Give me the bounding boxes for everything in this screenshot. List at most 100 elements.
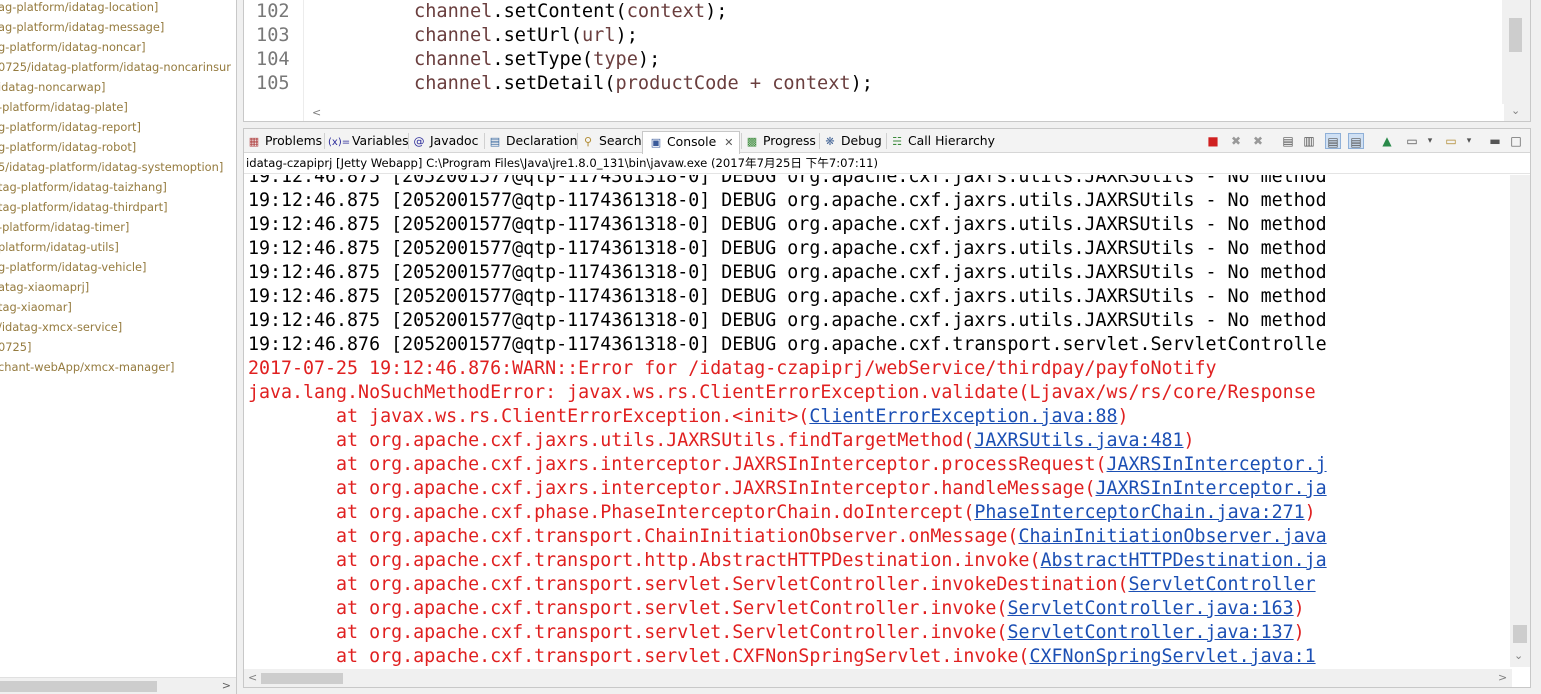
tree-item[interactable]: 5/idatag-platform/idatag-systemoption]: [0, 160, 236, 180]
scroll-left-arrow-icon[interactable]: <: [248, 671, 257, 684]
tree-item[interactable]: g-platform/idatag-noncar]: [0, 40, 236, 60]
code-terminator: );: [850, 73, 873, 94]
terminate-icon[interactable]: ■: [1205, 133, 1221, 149]
console-error-header: 2017-07-25 19:12:46.876:WARN::Error for …: [248, 358, 1217, 379]
close-icon[interactable]: ✕: [724, 136, 733, 149]
source-link[interactable]: JAXRSInInterceptor.j: [1107, 454, 1327, 475]
stack-frame-text: at org.apache.cxf.transport.ChainInitiat…: [248, 526, 1019, 547]
chevron-down-icon[interactable]: ▾: [1461, 133, 1477, 149]
tab-separator: [577, 133, 578, 149]
console-debug-line: 19:12:46.875 [2052001577@qtp-1174361318-…: [248, 310, 1327, 331]
console-horizontal-scrollbar[interactable]: < >: [244, 669, 1512, 687]
source-link[interactable]: JAXRSUtils.java:481: [974, 430, 1183, 451]
tab-debug[interactable]: ❋ Debug: [823, 131, 881, 153]
source-link[interactable]: ServletController: [1129, 574, 1316, 595]
tree-item[interactable]: ag-platform/idatag-message]: [0, 20, 236, 40]
chevron-down-icon[interactable]: ▾: [1422, 133, 1438, 149]
tab-console[interactable]: ▣ Console ✕: [642, 131, 741, 154]
tab-separator: [886, 133, 887, 149]
show-on-stdout-icon[interactable]: ▤: [1325, 133, 1341, 149]
tree-item[interactable]: atag-xiaomaprj]: [0, 280, 236, 300]
clear-console-icon[interactable]: ▤: [1280, 133, 1296, 149]
tab-search[interactable]: ⚲ Search: [581, 131, 642, 153]
scrollbar-thumb[interactable]: [261, 673, 343, 684]
variables-icon: (x)=: [328, 137, 351, 148]
tree-item[interactable]: 0725]: [0, 340, 236, 360]
stack-frame-line: at org.apache.cxf.transport.servlet.Serv…: [248, 597, 1512, 621]
source-link[interactable]: ServletController.java:137: [1007, 622, 1293, 643]
tree-item[interactable]: -platform/idatag-timer]: [0, 220, 236, 240]
stack-frame-line: at org.apache.cxf.phase.PhaseInterceptor…: [248, 501, 1512, 525]
tab-call-hierarchy[interactable]: ☵ Call Hierarchy: [890, 131, 995, 153]
editor-vertical-scrollbar[interactable]: ⌄: [1502, 0, 1530, 121]
tree-item[interactable]: tag-xiaomar]: [0, 300, 236, 320]
scroll-down-arrow-icon[interactable]: ⌄: [1514, 649, 1523, 662]
tree-item[interactable]: g-platform/idatag-robot]: [0, 140, 236, 160]
source-link[interactable]: AbstractHTTPDestination.ja: [1040, 550, 1326, 571]
remove-launch-icon[interactable]: ✖: [1228, 133, 1244, 149]
console-vertical-scrollbar[interactable]: ⌄: [1510, 175, 1530, 667]
tab-separator: [484, 133, 485, 149]
source-link[interactable]: JAXRSInInterceptor.ja: [1095, 478, 1326, 499]
scrollbar-thumb[interactable]: [1513, 625, 1527, 643]
show-on-stderr-icon[interactable]: ▤: [1348, 133, 1364, 149]
tree-item[interactable]: ag-platform/idatag-location]: [0, 0, 236, 20]
scrollbar-thumb[interactable]: [1509, 18, 1522, 52]
tab-variables[interactable]: (x)= Variables: [328, 131, 409, 153]
tab-javadoc[interactable]: @ Javadoc: [412, 131, 479, 153]
view-tab-bar: ▦ Problems (x)= Variables @ Javadoc ▤ Declar…: [244, 129, 1530, 154]
tab-label: Problems: [265, 133, 323, 148]
console-debug-line: 19:12:46.875 [2052001577@qtp-1174361318-…: [248, 214, 1327, 235]
tree-item[interactable]: g-platform/idatag-report]: [0, 120, 236, 140]
source-link[interactable]: ClientErrorException.java:88: [809, 406, 1117, 427]
tree-item[interactable]: tag-platform/idatag-thirdpart]: [0, 200, 236, 220]
progress-icon: ▩: [746, 135, 758, 148]
console-debug-line: 19:12:46.875 [2052001577@qtp-1174361318-…: [248, 238, 1327, 259]
project-tree: ag-platform/idatag-location] ag-platform/…: [0, 0, 236, 380]
tab-problems[interactable]: ▦ Problems: [247, 131, 322, 153]
stack-frame-end: ): [1293, 622, 1305, 643]
editor-horizontal-scrollbar[interactable]: <: [304, 104, 1504, 121]
tree-item[interactable]: /idatag-xmcx-service]: [0, 320, 236, 340]
tab-label: Console: [667, 134, 717, 149]
stack-frame-end: ): [1117, 406, 1129, 427]
display-selected-console-icon[interactable]: ▭: [1404, 133, 1420, 149]
code-argument: productCode + context: [615, 73, 851, 94]
tree-item[interactable]: idatag-noncarwap]: [0, 80, 236, 100]
source-link[interactable]: ServletController.java:163: [1007, 598, 1293, 619]
code-method-call: .setDetail(: [492, 73, 616, 94]
tree-item[interactable]: platform/idatag-utils]: [0, 240, 236, 260]
tree-item[interactable]: g-platform/idatag-vehicle]: [0, 260, 236, 280]
tab-declaration[interactable]: ▤ Declaration: [488, 131, 578, 153]
remove-all-terminated-icon[interactable]: ✖: [1250, 133, 1266, 149]
scroll-lock-icon[interactable]: ▥: [1301, 133, 1317, 149]
scrollbar-thumb[interactable]: [0, 681, 157, 692]
code-statement: channel.setUrl(url);: [414, 24, 638, 48]
tab-progress[interactable]: ▩ Progress: [745, 131, 816, 153]
code-editor[interactable]: 102 channel.setContent(context); 103 channe…: [243, 0, 1531, 122]
tree-item[interactable]: 0725/idatag-platform/idatag-noncarinsur: [0, 60, 236, 80]
project-tree-horizontal-scrollbar[interactable]: >: [0, 677, 236, 694]
code-argument: url: [581, 25, 616, 46]
source-link[interactable]: ChainInitiationObserver.java: [1018, 526, 1326, 547]
scroll-left-arrow-icon[interactable]: <: [312, 106, 321, 119]
tree-item[interactable]: -platform/idatag-plate]: [0, 100, 236, 120]
pin-console-icon[interactable]: ▲: [1379, 133, 1395, 149]
code-terminator: );: [637, 49, 661, 70]
open-console-icon[interactable]: ▭: [1443, 133, 1459, 149]
scroll-right-arrow-icon[interactable]: >: [1498, 671, 1507, 684]
tab-label: Call Hierarchy: [908, 133, 995, 148]
tab-label: Declaration: [506, 133, 578, 148]
source-link[interactable]: CXFNonSpringServlet.java:1: [1029, 646, 1315, 667]
line-number: 105: [256, 73, 290, 94]
tree-item[interactable]: chant-webApp/xmcx-manager]: [0, 360, 236, 380]
tab-separator: [408, 133, 409, 149]
source-link[interactable]: PhaseInterceptorChain.java:271: [974, 502, 1304, 523]
minimize-icon[interactable]: ▬: [1487, 133, 1503, 149]
maximize-icon[interactable]: □: [1508, 133, 1524, 149]
tree-item[interactable]: tag-platform/idatag-taizhang]: [0, 180, 236, 200]
scroll-down-arrow-icon[interactable]: ⌄: [1511, 104, 1520, 117]
scroll-right-arrow-icon[interactable]: >: [222, 679, 231, 692]
console-debug-line: 19:12:46.875 [2052001577@qtp-1174361318-…: [248, 286, 1327, 307]
console-output[interactable]: 19:12:46.875 [2052001577@qtp-1174361318-…: [244, 175, 1512, 675]
